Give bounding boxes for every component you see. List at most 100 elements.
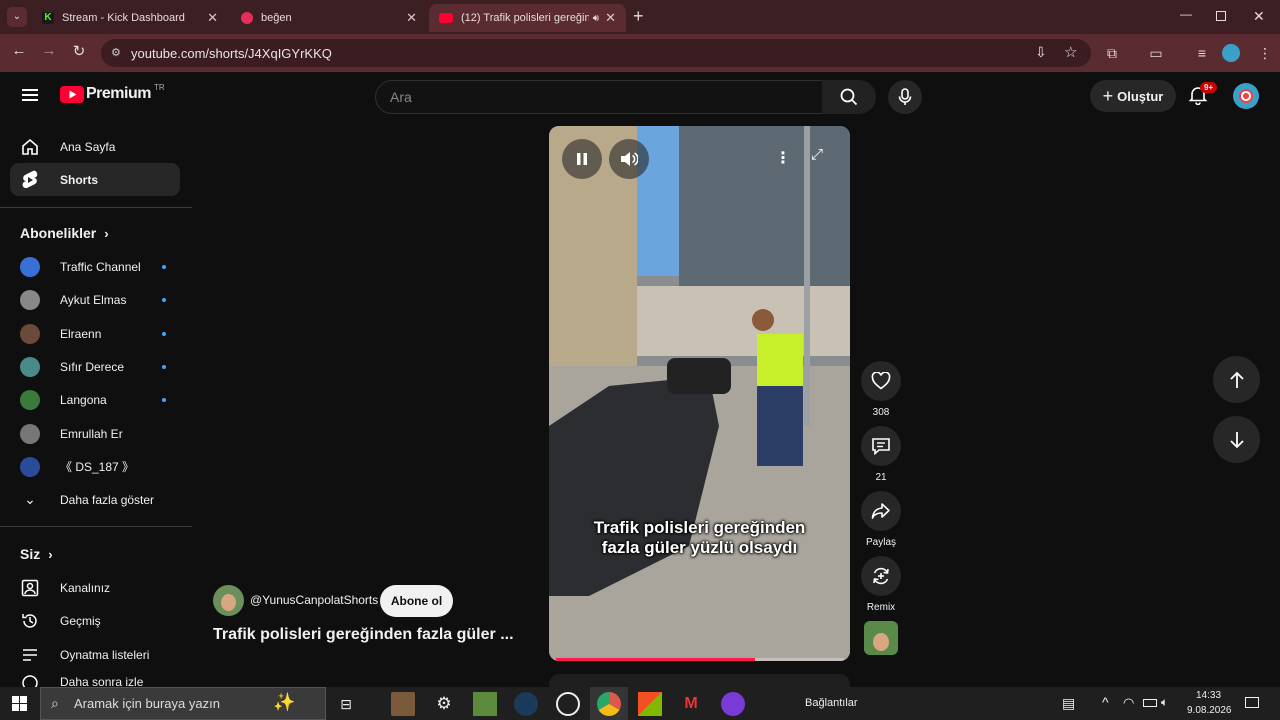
- back-button[interactable]: ←: [8, 42, 30, 59]
- site-settings-icon[interactable]: ⚙: [111, 46, 121, 59]
- channel-name[interactable]: @YunusCanpolatShorts: [250, 593, 378, 607]
- reload-button[interactable]: ↻: [68, 42, 90, 60]
- sidebar-item-shorts[interactable]: Shorts: [10, 163, 180, 196]
- create-button[interactable]: + Oluştur: [1090, 80, 1176, 112]
- channel-avatar[interactable]: [213, 585, 244, 616]
- sidebar-item-label: Oynatma listeleri: [60, 647, 150, 662]
- wifi-icon[interactable]: ◠: [1123, 695, 1134, 711]
- tab-kick-dashboard[interactable]: K Stream - Kick Dashboard ✕: [32, 4, 228, 32]
- fullscreen-icon[interactable]: ⤢: [811, 146, 823, 163]
- remix-button[interactable]: [861, 556, 901, 596]
- sidebar-item-sifir-derece[interactable]: Sıfır Derece: [10, 350, 180, 383]
- sidebar-item-elraenn[interactable]: Elraenn: [10, 317, 180, 350]
- close-window-button[interactable]: ✕: [1253, 8, 1265, 25]
- audio-playing-icon[interactable]: 🔊︎: [593, 13, 599, 24]
- reading-mode-icon[interactable]: ▭: [1147, 44, 1165, 62]
- chevron-up-icon[interactable]: ^: [1102, 694, 1109, 710]
- new-tab-button[interactable]: +: [633, 6, 644, 27]
- taskbar-app-circle[interactable]: [556, 692, 580, 716]
- sidebar-item-langona[interactable]: Langona: [10, 383, 180, 416]
- video-frame-image: [549, 126, 850, 661]
- sidebar-item-home[interactable]: Ana Sayfa: [10, 130, 180, 163]
- taskbar-app-purple[interactable]: [721, 692, 745, 716]
- sidebar-item-aykut-elmas[interactable]: Aykut Elmas: [10, 283, 180, 316]
- clock-date[interactable]: 9.08.2026: [1187, 705, 1232, 716]
- restore-window-button[interactable]: [1216, 11, 1226, 21]
- pause-button[interactable]: [562, 139, 602, 179]
- taskbar-search-input[interactable]: ⌕ Aramak için buraya yazın ✨: [40, 687, 326, 720]
- sidebar-item-label: 《 DS_187 》: [60, 460, 135, 474]
- speaker-icon[interactable]: 🔈︎: [1161, 695, 1168, 710]
- sidebar-item-your-channel[interactable]: Kanalınız: [10, 571, 180, 604]
- taskbar-app-red[interactable]: M: [679, 692, 703, 716]
- battery-icon[interactable]: [1143, 699, 1157, 707]
- search-button[interactable]: [822, 80, 876, 114]
- extensions-icon[interactable]: ⧉: [1103, 44, 1121, 62]
- sidebar-item-ds-187[interactable]: 《 DS_187 》: [10, 450, 180, 483]
- clock-time[interactable]: 14:33: [1196, 690, 1221, 701]
- youtube-premium-logo[interactable]: Premium TR: [60, 83, 165, 103]
- sidebar-item-emrullah-er[interactable]: Emrullah Er: [10, 417, 180, 450]
- next-short-button[interactable]: [1213, 416, 1260, 463]
- settings-gear-icon[interactable]: ⚙: [432, 692, 456, 716]
- video-progress-bar[interactable]: [556, 658, 844, 661]
- like-button[interactable]: [861, 361, 901, 401]
- close-tab-icon[interactable]: ✕: [605, 10, 616, 26]
- you-heading[interactable]: Siz ›: [20, 546, 53, 562]
- news-widget-icon[interactable]: ▤: [1062, 695, 1075, 712]
- short-video-player[interactable]: ⋮ ⤢ Trafik polisleri gereğinden fazla gü…: [549, 126, 850, 661]
- volume-button[interactable]: [609, 139, 649, 179]
- remix-action: Remix: [861, 556, 901, 613]
- tab-begen[interactable]: beğen ✕: [231, 4, 427, 32]
- sidebar-item-playlists[interactable]: Oynatma listeleri: [10, 638, 180, 671]
- sidebar-item-label: Daha sonra izle: [60, 675, 144, 687]
- install-app-icon[interactable]: ⇩: [1035, 44, 1047, 61]
- microsoft-store-icon[interactable]: [638, 692, 662, 716]
- sidebar-item-label: Elraenn: [60, 326, 102, 341]
- task-view-icon[interactable]: ⊟: [334, 692, 358, 716]
- tab-youtube-short[interactable]: (12) Trafik polisleri gereğinden 🔊︎ ✕: [429, 4, 626, 32]
- address-bar[interactable]: ⚙ youtube.com/shorts/J4XqIGYrKKQ ⇩ ☆: [101, 39, 1091, 67]
- taskbar-app-photo[interactable]: [391, 692, 415, 716]
- voice-search-button[interactable]: [888, 80, 922, 114]
- media-control-icon[interactable]: ≡: [1193, 44, 1211, 62]
- close-tab-icon[interactable]: ✕: [207, 10, 218, 26]
- more-options-icon[interactable]: ⋮: [775, 148, 791, 168]
- share-button[interactable]: [861, 491, 901, 531]
- profile-avatar-icon[interactable]: [1222, 44, 1240, 62]
- subscriptions-heading[interactable]: Abonelikler ›: [20, 225, 109, 241]
- sidebar-item-history[interactable]: Geçmiş: [10, 604, 180, 637]
- short-title[interactable]: Trafik polisleri gereğinden fazla güler …: [213, 626, 514, 644]
- new-content-dot: [162, 264, 166, 269]
- chevron-right-icon: ›: [48, 546, 53, 562]
- sidebar-item-label: Kanalınız: [60, 580, 111, 595]
- notification-center-icon[interactable]: [1245, 697, 1259, 708]
- sidebar-item-watch-later[interactable]: Daha sonra izle: [10, 671, 180, 687]
- minecraft-icon[interactable]: [473, 692, 497, 716]
- forward-button[interactable]: →: [38, 42, 60, 59]
- sidebar-item-label: Geçmiş: [60, 613, 101, 628]
- browser-menu-icon[interactable]: ⋮: [1256, 44, 1274, 62]
- tab-list-dropdown-button[interactable]: ⌄: [7, 7, 27, 27]
- audio-source-thumbnail[interactable]: [864, 621, 898, 655]
- comment-button[interactable]: [861, 426, 901, 466]
- browser-tab-bar: ⌄ K Stream - Kick Dashboard ✕ beğen ✕ (1…: [0, 0, 1280, 34]
- minimize-window-button[interactable]: —: [1180, 7, 1192, 21]
- avatar: [20, 289, 40, 310]
- tab-title: Stream - Kick Dashboard: [62, 12, 185, 24]
- bookmark-star-icon[interactable]: ☆: [1064, 43, 1077, 61]
- hamburger-menu-icon[interactable]: [22, 89, 38, 101]
- show-more-button[interactable]: ⌄ Daha fazla göster: [10, 483, 180, 516]
- subscribe-button[interactable]: Abone ol: [380, 585, 453, 617]
- notifications-button[interactable]: 9+: [1188, 82, 1218, 109]
- close-tab-icon[interactable]: ✕: [406, 10, 417, 26]
- account-avatar[interactable]: [1233, 83, 1259, 109]
- plus-icon: +: [1102, 85, 1114, 106]
- steam-icon[interactable]: [514, 692, 538, 716]
- start-button[interactable]: [12, 696, 27, 711]
- sidebar-item-traffic-channel[interactable]: Traffic Channel: [10, 250, 180, 283]
- sidebar-item-label: Emrullah Er: [60, 426, 123, 441]
- previous-short-button[interactable]: [1213, 356, 1260, 403]
- links-toolbar-label[interactable]: Bağlantılar: [805, 697, 858, 709]
- search-input[interactable]: Ara: [375, 80, 823, 114]
